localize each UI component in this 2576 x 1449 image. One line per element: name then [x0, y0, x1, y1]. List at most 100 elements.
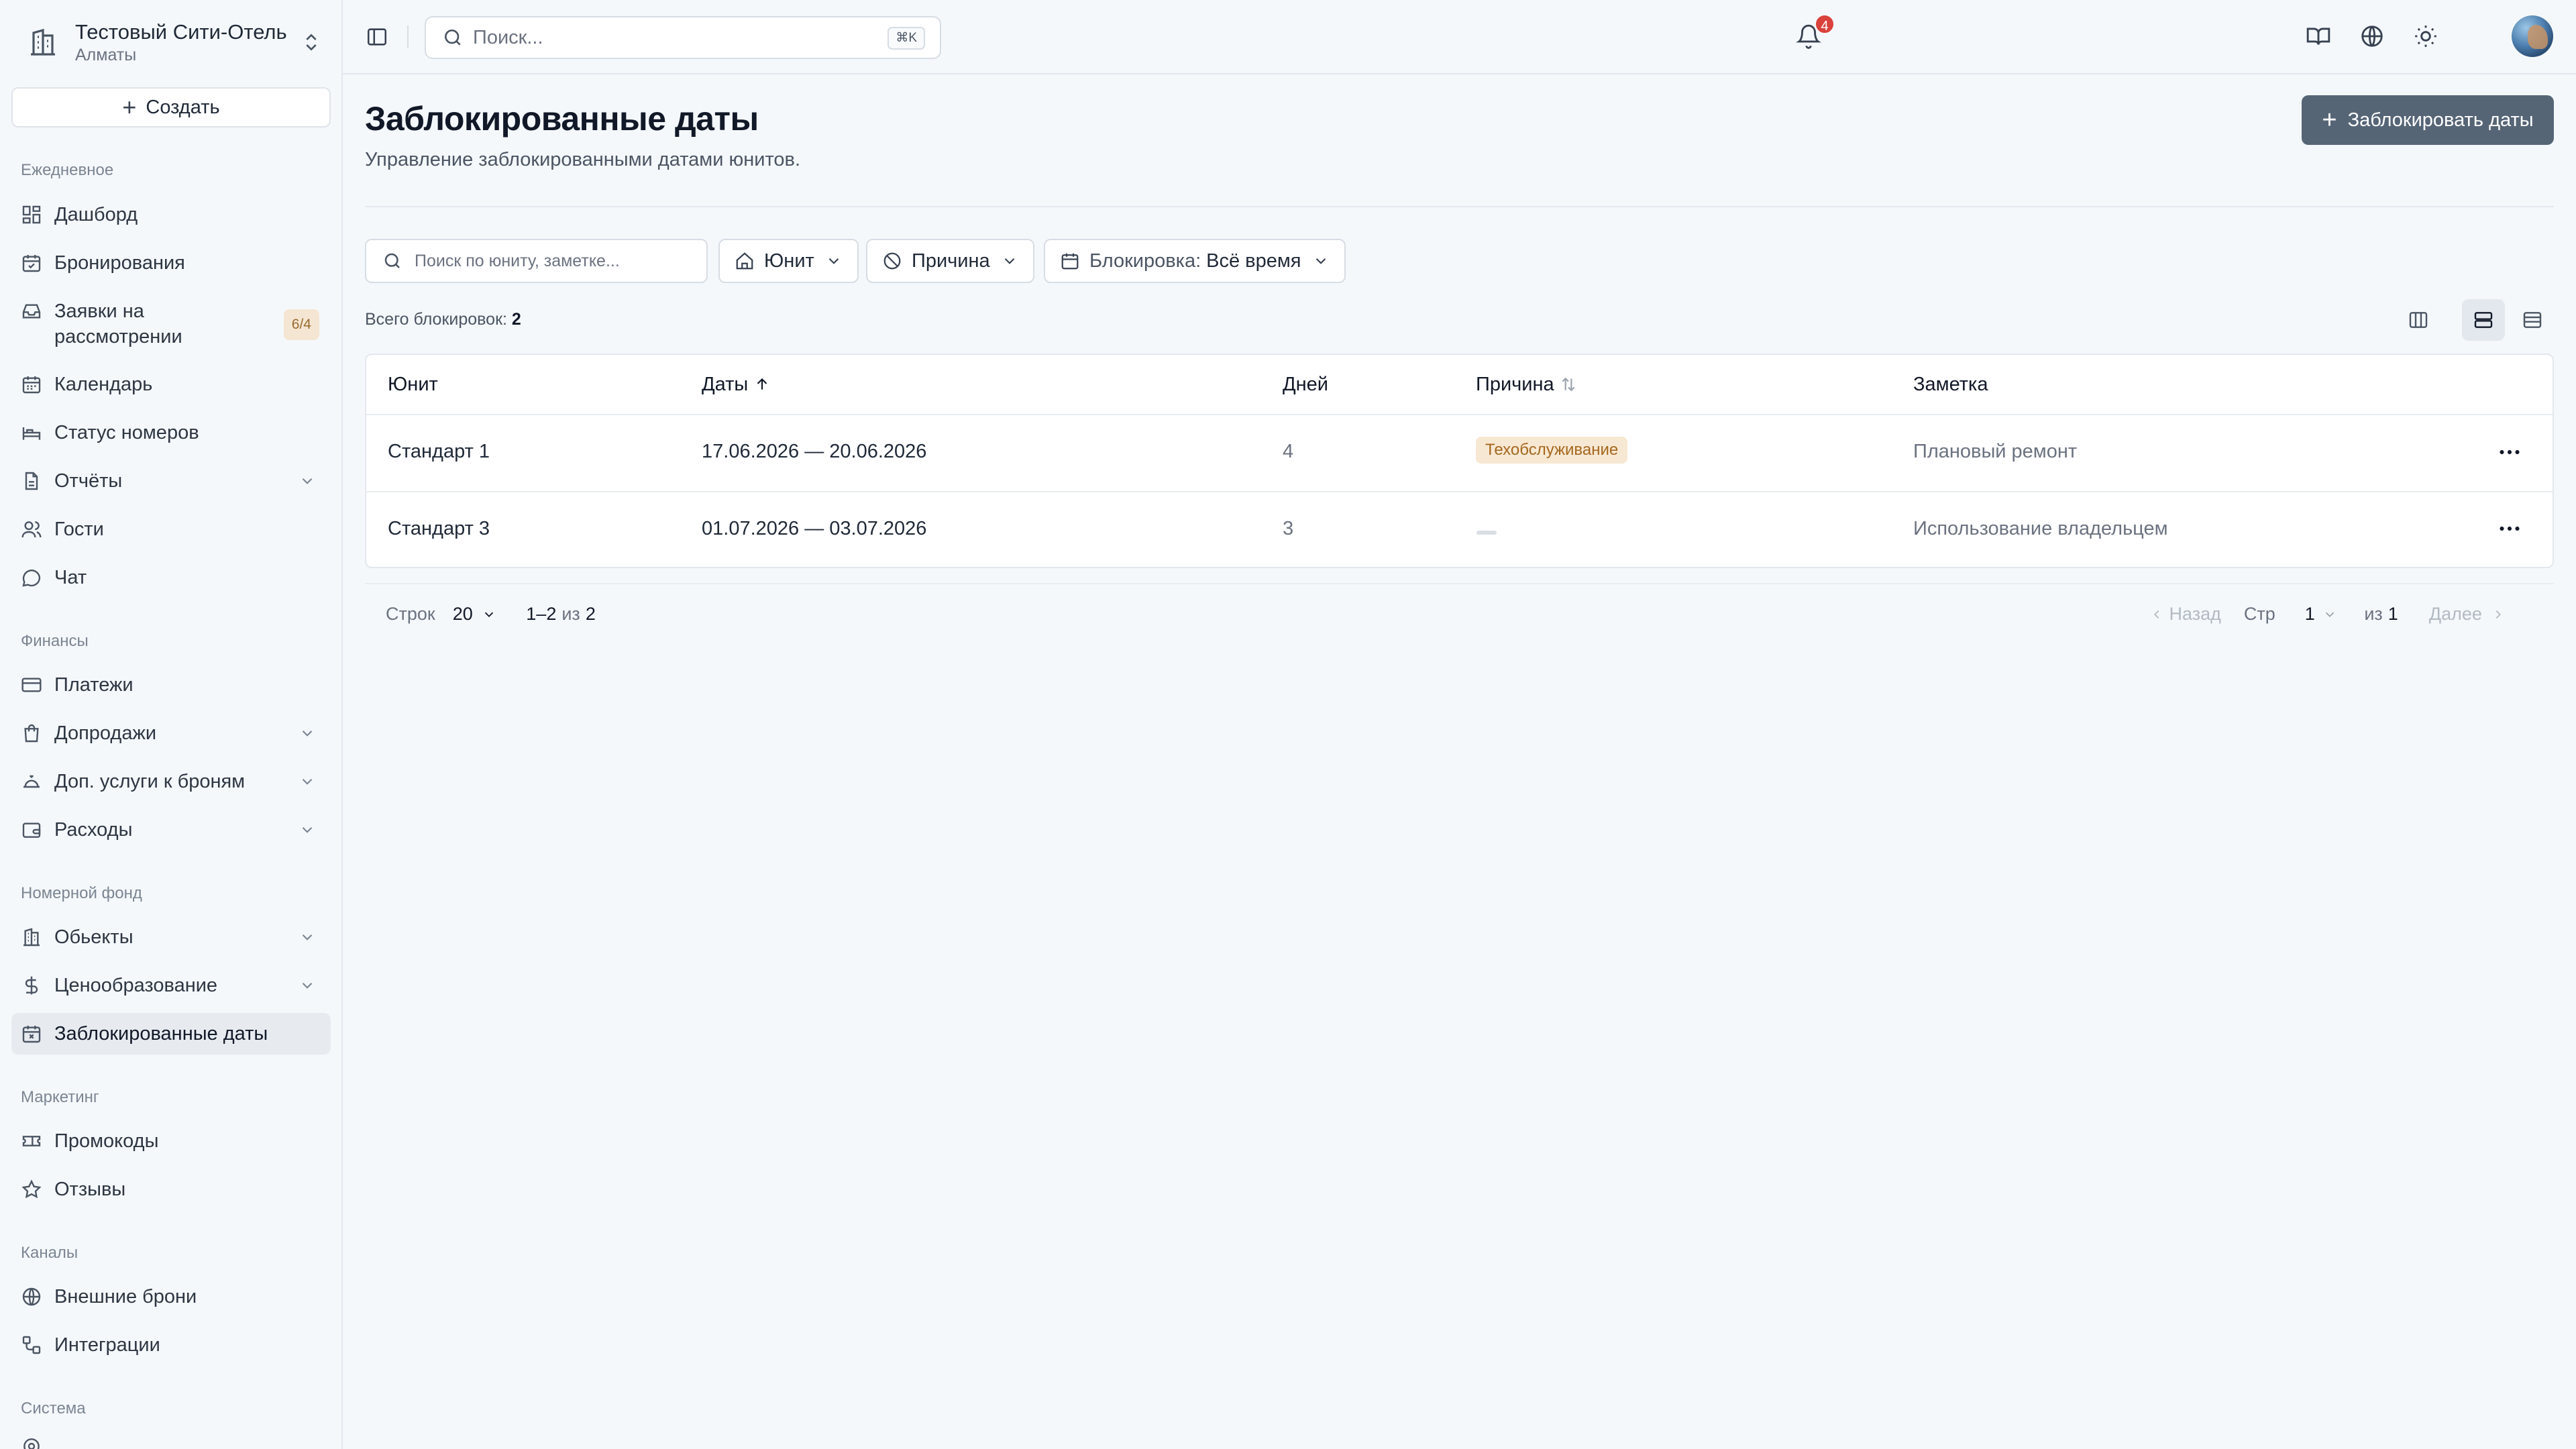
global-search-input[interactable] — [473, 26, 940, 49]
rows-per-page: Строк 20 1–2 из 2 — [386, 604, 596, 625]
block-period-label: Блокировка: — [1089, 250, 1201, 272]
column-header-label: Причина — [1476, 374, 1554, 395]
table-search-input[interactable] — [415, 251, 706, 271]
pages-of: из — [2364, 604, 2383, 624]
sidebar-item-room-status[interactable]: Статус номеров — [11, 412, 331, 453]
more-horizontal-icon[interactable] — [2494, 437, 2525, 468]
sidebar-item-system-cutoff[interactable] — [11, 1429, 331, 1449]
sidebar-item-pricing[interactable]: Ценообразование — [11, 965, 331, 1006]
chevron-left-icon — [2153, 610, 2159, 619]
sidebar-item-integrations[interactable]: Интеграции — [11, 1324, 331, 1366]
chevron-down-icon — [302, 778, 313, 785]
sidebar-item-booking-services[interactable]: Доп. услуги к броням — [11, 761, 331, 802]
hotel-city: Алматы — [75, 46, 137, 64]
building-icon — [23, 928, 40, 947]
chevron-down-icon — [1316, 258, 1326, 264]
column-header-reason[interactable]: Причина — [1476, 355, 1577, 414]
ticket-icon — [22, 1136, 41, 1146]
calendar-check-icon — [22, 255, 41, 272]
column-header-dates[interactable]: Даты — [702, 355, 771, 414]
compact-view-button[interactable] — [2511, 299, 2554, 341]
settings-icon — [23, 1438, 40, 1449]
block-dates-button[interactable]: + Заблокировать даты — [2302, 95, 2554, 145]
globe-icon[interactable] — [2359, 23, 2385, 49]
wallet-icon — [22, 822, 41, 838]
section-title-room-stock: Номерной фонд — [21, 884, 142, 902]
sidebar-item-properties[interactable]: Обьекты — [11, 916, 331, 958]
prev-page-button[interactable]: Назад — [2149, 604, 2221, 625]
sidebar-item-blocked-dates[interactable]: Заблокированные даты — [11, 1013, 331, 1055]
dollar-icon — [25, 976, 38, 995]
sidebar-item-label: Обьекты — [54, 926, 133, 948]
next-page-button[interactable]: Далее — [2429, 604, 2506, 625]
shortcut-hint: ⌘K — [888, 27, 925, 50]
column-header-days[interactable]: Дней — [1283, 355, 1328, 414]
chevron-down-icon — [828, 258, 839, 264]
unit-filter-label: Юнит — [764, 250, 814, 272]
arrow-up-icon — [757, 378, 767, 390]
chevrons-up-down-icon — [306, 34, 317, 51]
page-subtitle: Управление заблокированными датами юнито… — [365, 149, 801, 170]
page-select[interactable]: 1 — [2305, 604, 2338, 625]
sidebar-item-external-bookings[interactable]: Внешние брони — [11, 1276, 331, 1318]
sidebar-item-label: Доп. услуги к броням — [54, 770, 246, 792]
sidebar-item-label: Статус номеров — [54, 421, 199, 443]
hotel-switcher[interactable]: Тестовый Сити-Отель Алматы — [27, 19, 322, 66]
sidebar-item-reports[interactable]: Отчёты — [11, 460, 331, 502]
inbox-icon — [22, 304, 41, 319]
sidebar-item-pending-requests[interactable]: Заявки на рассмотрении 6/4 — [11, 290, 331, 355]
block-period-filter[interactable]: Блокировка: Всё время — [1044, 239, 1346, 283]
cell-unit: Стандарт 1 — [388, 441, 490, 462]
chevron-down-icon — [485, 612, 494, 618]
chevron-down-icon — [2326, 612, 2334, 618]
search-icon — [384, 253, 400, 268]
global-search[interactable]: ⌘K — [425, 16, 941, 59]
building-icon — [31, 28, 55, 56]
sidebar-item-chat[interactable]: Чат — [11, 557, 331, 598]
total-label: Всего блокировок: — [365, 310, 507, 329]
sidebar-item-calendar[interactable]: Календарь — [11, 364, 331, 405]
pagination-controls: Назад Стр 1 из 1 Далее — [2149, 604, 2506, 625]
sidebar-item-dashboard[interactable]: Дашборд — [11, 194, 331, 235]
columns-view-button[interactable] — [2397, 299, 2440, 341]
cell-note: Плановый ремонт — [1913, 441, 2078, 462]
total-value: 2 — [511, 310, 521, 329]
sidebar-toggle-icon[interactable] — [366, 25, 388, 48]
reason-filter[interactable]: Причина — [866, 239, 1034, 283]
sidebar-item-label: Календарь — [54, 373, 153, 395]
rows-icon — [2474, 312, 2493, 328]
comfortable-view-button[interactable] — [2462, 299, 2505, 341]
more-horizontal-icon[interactable] — [2494, 513, 2525, 544]
ban-icon — [883, 252, 901, 270]
section-title-marketing: Маркетинг — [21, 1088, 99, 1106]
avatar[interactable] — [2512, 15, 2553, 57]
calendar-icon — [22, 376, 41, 394]
sidebar-item-expenses[interactable]: Расходы — [11, 809, 331, 851]
sidebar-item-label: Допродажи — [54, 722, 157, 744]
section-title-system: Система — [21, 1399, 86, 1417]
range-total: 2 — [585, 604, 596, 624]
column-header-unit[interactable]: Юнит — [388, 355, 438, 414]
sidebar-item-promocodes[interactable]: Промокоды — [11, 1120, 331, 1162]
globe-icon — [22, 1287, 41, 1306]
column-header-note[interactable]: Заметка — [1913, 355, 1988, 414]
page-title: Заблокированные даты — [365, 100, 759, 138]
create-button[interactable]: + Создать — [11, 87, 331, 127]
divider — [407, 25, 409, 48]
rows-per-page-select[interactable]: 20 — [453, 604, 497, 625]
sidebar-item-guests[interactable]: Гости — [11, 508, 331, 550]
sidebar-item-label: Чат — [54, 566, 87, 588]
table-search[interactable] — [365, 239, 708, 283]
notification-count-badge: 4 — [1814, 13, 1835, 35]
sidebar-item-bookings[interactable]: Бронирования — [11, 242, 331, 284]
chevron-down-icon — [302, 934, 313, 941]
plus-icon: + — [2322, 105, 2337, 134]
book-open-icon[interactable] — [2306, 23, 2331, 49]
sidebar-item-upsells[interactable]: Допродажи — [11, 712, 331, 754]
page-label: Стр — [2243, 604, 2275, 624]
section-title-finance: Финансы — [21, 632, 89, 650]
sidebar-item-reviews[interactable]: Отзывы — [11, 1169, 331, 1210]
unit-filter[interactable]: Юнит — [718, 239, 859, 283]
sidebar-item-payments[interactable]: Платежи — [11, 664, 331, 706]
sun-icon[interactable] — [2413, 23, 2438, 49]
